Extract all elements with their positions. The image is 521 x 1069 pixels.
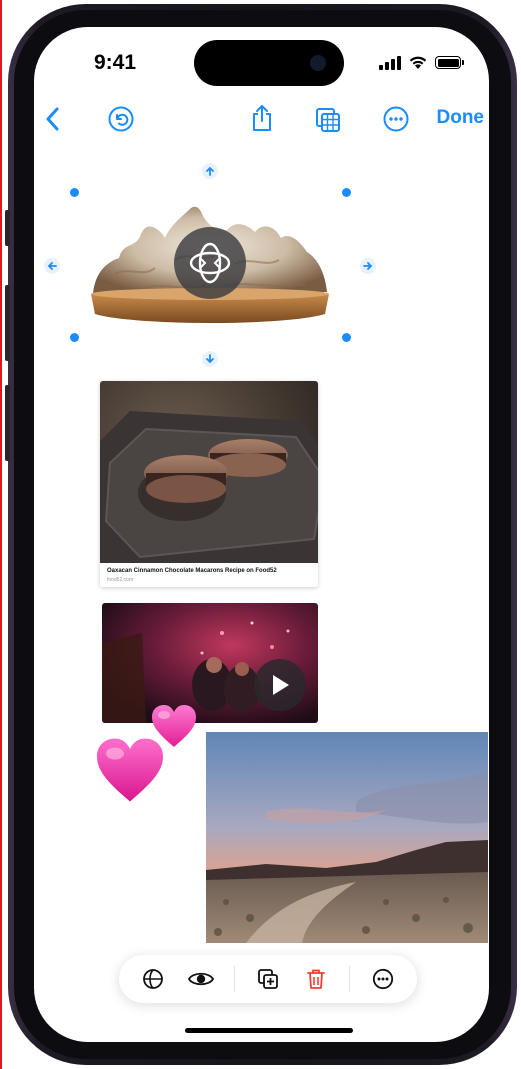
desert-sunset-photo[interactable]: [206, 732, 488, 943]
view-button[interactable]: [186, 964, 216, 994]
selection-handle[interactable]: [70, 333, 79, 342]
chevron-left-icon[interactable]: [44, 107, 62, 131]
home-indicator[interactable]: [185, 1028, 353, 1033]
selection-handle[interactable]: [342, 333, 351, 342]
screen: 9:41 Done Oaxacan Cinnamon Chocolate Mac…: [34, 27, 489, 1042]
rotate-3d-icon: [189, 242, 231, 284]
video-item[interactable]: [102, 603, 318, 723]
link-card-source: food52.com: [107, 577, 134, 583]
more-button[interactable]: [368, 964, 398, 994]
resize-left-handle[interactable]: [44, 258, 60, 274]
link-card[interactable]: Oaxacan Cinnamon Chocolate Macarons Reci…: [100, 381, 318, 587]
status-time: 9:41: [94, 51, 137, 74]
resize-right-handle[interactable]: [360, 258, 376, 274]
toolbar-divider: [234, 966, 235, 992]
duplicate-button[interactable]: [253, 964, 283, 994]
resize-up-handle[interactable]: [202, 163, 218, 179]
arrow-right-icon: [363, 262, 373, 270]
toolbar-divider: [349, 966, 350, 992]
globe-icon: [143, 969, 163, 989]
dynamic-island: [194, 40, 344, 86]
action-button: [5, 210, 10, 246]
ellipsis-circle-icon[interactable]: [383, 106, 409, 132]
volume-up-button: [5, 285, 10, 361]
share-icon[interactable]: [250, 103, 274, 133]
red-edge-line: [0, 0, 2, 1069]
done-button[interactable]: Done: [437, 107, 485, 129]
volume-down-button: [5, 385, 10, 461]
trash-icon: [307, 969, 325, 989]
play-button[interactable]: [254, 659, 306, 711]
battery-icon: [435, 56, 464, 69]
arrow-left-icon: [47, 262, 57, 270]
wifi-icon: [409, 56, 427, 69]
selection-handle[interactable]: [342, 188, 351, 197]
macarons-image: [100, 381, 318, 563]
duplicate-icon: [258, 969, 278, 989]
layers-grid-icon[interactable]: [315, 107, 341, 133]
status-icons: [379, 55, 464, 70]
eye-icon: [188, 972, 214, 986]
pink-heart-icon[interactable]: [94, 735, 166, 805]
arrow-down-icon: [206, 354, 214, 364]
selection-handle[interactable]: [70, 188, 79, 197]
cellular-signal-icon: [379, 55, 401, 70]
rotate-3d-button[interactable]: [174, 227, 246, 299]
resize-down-handle[interactable]: [202, 351, 218, 367]
delete-button[interactable]: [301, 964, 331, 994]
ellipsis-circle-icon: [372, 968, 394, 990]
link-card-title: Oaxacan Cinnamon Chocolate Macarons Reci…: [107, 568, 277, 574]
background-removal-button[interactable]: [138, 964, 168, 994]
object-toolbar: [119, 955, 417, 1003]
play-icon: [273, 675, 289, 695]
undo-circle-icon[interactable]: [108, 106, 134, 132]
arrow-up-icon: [206, 166, 214, 176]
